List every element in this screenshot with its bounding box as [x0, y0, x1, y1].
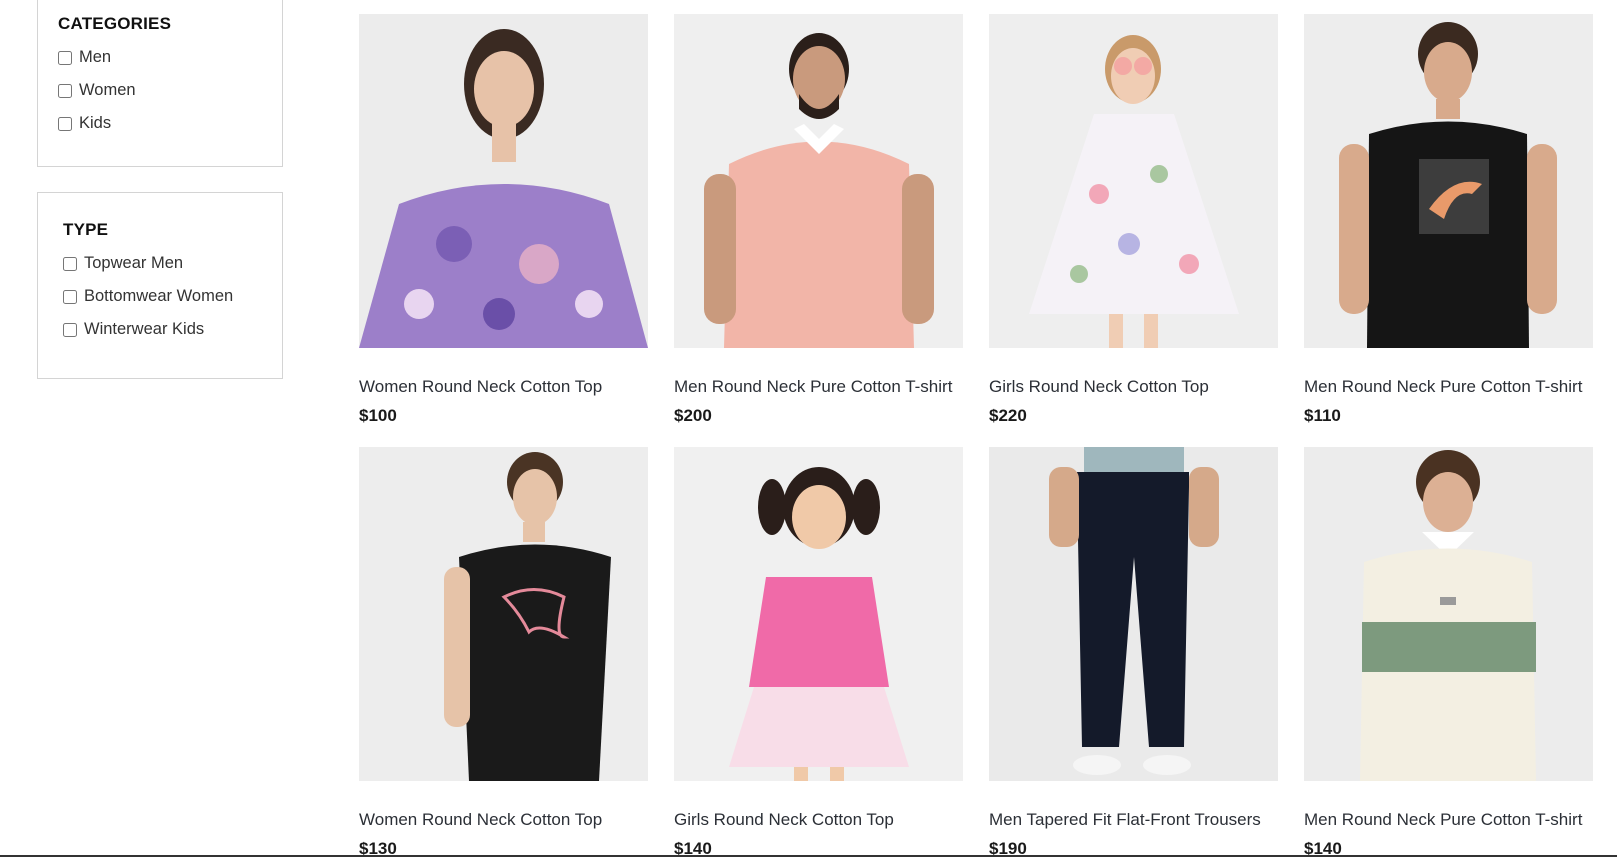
product-image[interactable]: [674, 447, 963, 781]
product-image[interactable]: [1304, 14, 1593, 348]
product-card[interactable]: Girls Round Neck Cotton Top $140: [674, 447, 963, 859]
product-price: $200: [674, 406, 712, 425]
product-price: $220: [989, 406, 1027, 425]
product-card[interactable]: Men Round Neck Pure Cotton T-shirt $140: [1304, 447, 1593, 859]
product-card[interactable]: Women Round Neck Cotton Top $100: [359, 14, 648, 426]
product-image[interactable]: [1304, 447, 1593, 781]
product-image[interactable]: [989, 447, 1278, 781]
filter-option-topwear-men[interactable]: Topwear Men: [63, 254, 257, 273]
categories-title: CATEGORIES: [58, 14, 172, 33]
filter-option-kids[interactable]: Kids: [58, 114, 262, 133]
filter-option-winterwear-kids[interactable]: Winterwear Kids: [63, 320, 257, 339]
product-grid: Women Round Neck Cotton Top $100 Men Rou…: [359, 14, 1593, 859]
checkbox-men[interactable]: [58, 50, 72, 65]
categories-filter-box: CATEGORIES Men Women Kids: [37, 0, 283, 167]
filter-label: Winterwear Kids: [84, 320, 205, 338]
product-price: $100: [359, 406, 397, 425]
product-card[interactable]: Men Tapered Fit Flat-Front Trousers $190: [989, 447, 1278, 859]
product-name[interactable]: Men Round Neck Pure Cotton T-shirt: [1304, 377, 1593, 397]
product-name[interactable]: Women Round Neck Cotton Top: [359, 377, 648, 397]
checkbox-kids[interactable]: [58, 116, 72, 131]
product-image[interactable]: [359, 447, 648, 781]
type-filter-box: TYPE Topwear Men Bottomwear Women Winter…: [37, 192, 283, 379]
product-name[interactable]: Girls Round Neck Cotton Top: [989, 377, 1278, 397]
product-image[interactable]: [989, 14, 1278, 348]
product-name[interactable]: Women Round Neck Cotton Top: [359, 810, 648, 830]
checkbox-bottomwear-women[interactable]: [63, 289, 77, 304]
filter-label: Men: [79, 48, 112, 66]
product-price: $110: [1304, 406, 1341, 425]
filter-option-bottomwear-women[interactable]: Bottomwear Women: [63, 287, 257, 306]
product-image[interactable]: [674, 14, 963, 348]
filter-option-women[interactable]: Women: [58, 81, 262, 100]
filter-label: Topwear Men: [84, 254, 184, 272]
product-name[interactable]: Men Round Neck Pure Cotton T-shirt: [1304, 810, 1593, 830]
type-title: TYPE: [63, 220, 109, 239]
product-image[interactable]: [359, 14, 648, 348]
checkbox-topwear-men[interactable]: [63, 256, 77, 271]
checkbox-winterwear-kids[interactable]: [63, 322, 77, 337]
product-card[interactable]: Girls Round Neck Cotton Top $220: [989, 14, 1278, 426]
product-name[interactable]: Men Round Neck Pure Cotton T-shirt: [674, 377, 963, 397]
checkbox-women[interactable]: [58, 83, 72, 98]
product-name[interactable]: Girls Round Neck Cotton Top: [674, 810, 963, 830]
filter-label: Kids: [79, 114, 112, 132]
product-card[interactable]: Men Round Neck Pure Cotton T-shirt $200: [674, 14, 963, 426]
product-card[interactable]: Women Round Neck Cotton Top $130: [359, 447, 648, 859]
product-name[interactable]: Men Tapered Fit Flat-Front Trousers: [989, 810, 1278, 830]
filter-label: Women: [79, 81, 136, 99]
product-card[interactable]: Men Round Neck Pure Cotton T-shirt $110: [1304, 14, 1593, 426]
filter-option-men[interactable]: Men: [58, 48, 262, 67]
filter-label: Bottomwear Women: [84, 287, 234, 305]
